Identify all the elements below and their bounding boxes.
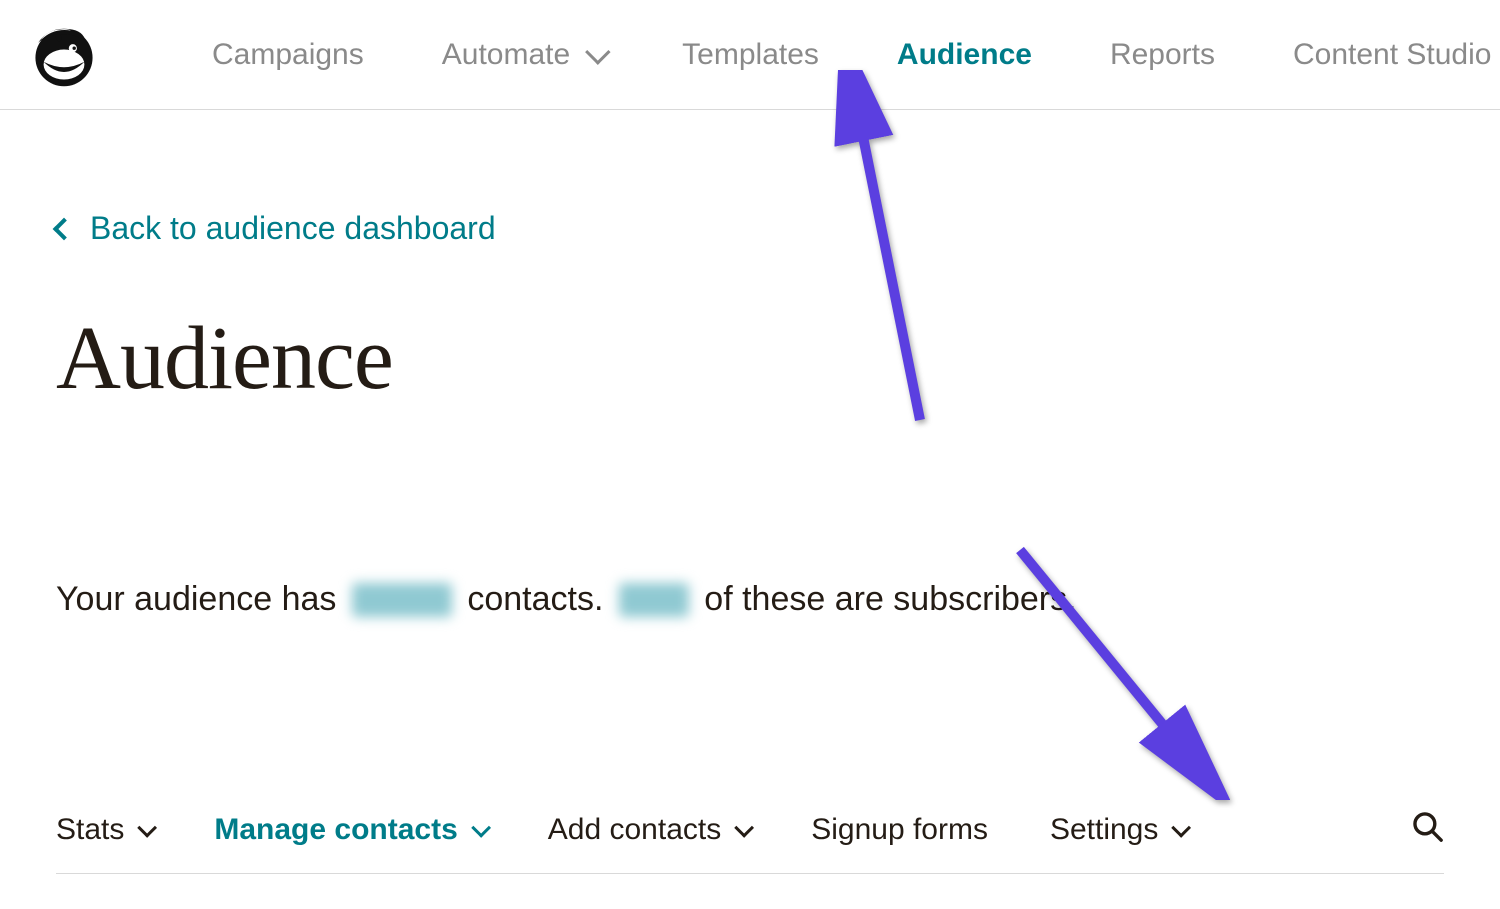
redacted-subscriber-count — [619, 583, 689, 617]
nav-label: Content Studio — [1293, 38, 1491, 72]
topbar: Campaigns Automate Templates Audience Re… — [0, 0, 1500, 110]
nav-label: Reports — [1110, 38, 1215, 72]
nav-campaigns[interactable]: Campaigns — [212, 38, 364, 72]
audience-summary: Your audience has contacts. of these are… — [56, 580, 1444, 619]
audience-subnav: Stats Manage contacts Add contacts Signu… — [56, 809, 1444, 874]
subnav-label: Manage contacts — [214, 813, 457, 847]
freddie-icon — [30, 21, 98, 89]
brand-logo[interactable] — [30, 21, 98, 89]
nav-label: Templates — [682, 38, 819, 72]
subnav-label: Stats — [56, 813, 124, 847]
page-content: Back to audience dashboard Audience Your… — [0, 110, 1500, 874]
subnav-label: Signup forms — [811, 813, 988, 847]
back-link[interactable]: Back to audience dashboard — [56, 210, 496, 247]
summary-suffix: of these are subscribers. — [695, 580, 1077, 619]
nav-label: Automate — [442, 38, 570, 72]
subnav-add-contacts[interactable]: Add contacts — [548, 813, 749, 847]
chevron-down-icon — [1172, 818, 1192, 838]
nav-label: Campaigns — [212, 38, 364, 72]
back-link-label: Back to audience dashboard — [90, 210, 496, 247]
subnav-label: Add contacts — [548, 813, 721, 847]
chevron-down-icon — [138, 818, 158, 838]
chevron-down-icon — [585, 39, 610, 64]
subnav-stats[interactable]: Stats — [56, 813, 152, 847]
nav-templates[interactable]: Templates — [682, 38, 819, 72]
summary-mid: contacts. — [458, 580, 613, 619]
chevron-down-icon — [471, 818, 491, 838]
search-icon — [1410, 809, 1444, 843]
primary-nav: Campaigns Automate Templates Audience Re… — [212, 38, 1491, 72]
chevron-left-icon — [53, 217, 76, 240]
nav-content-studio[interactable]: Content Studio — [1293, 38, 1491, 72]
subnav-signup-forms[interactable]: Signup forms — [811, 813, 988, 847]
subnav-label: Settings — [1050, 813, 1158, 847]
redacted-contact-count — [352, 583, 452, 617]
nav-audience[interactable]: Audience — [897, 38, 1032, 72]
search-button[interactable] — [1410, 809, 1444, 851]
subnav-settings[interactable]: Settings — [1050, 813, 1186, 847]
nav-automate[interactable]: Automate — [442, 38, 604, 72]
subnav-manage-contacts[interactable]: Manage contacts — [214, 813, 485, 847]
summary-prefix: Your audience has — [56, 580, 346, 619]
chevron-down-icon — [734, 818, 754, 838]
page-title: Audience — [56, 307, 1444, 410]
nav-reports[interactable]: Reports — [1110, 38, 1215, 72]
nav-label: Audience — [897, 38, 1032, 72]
